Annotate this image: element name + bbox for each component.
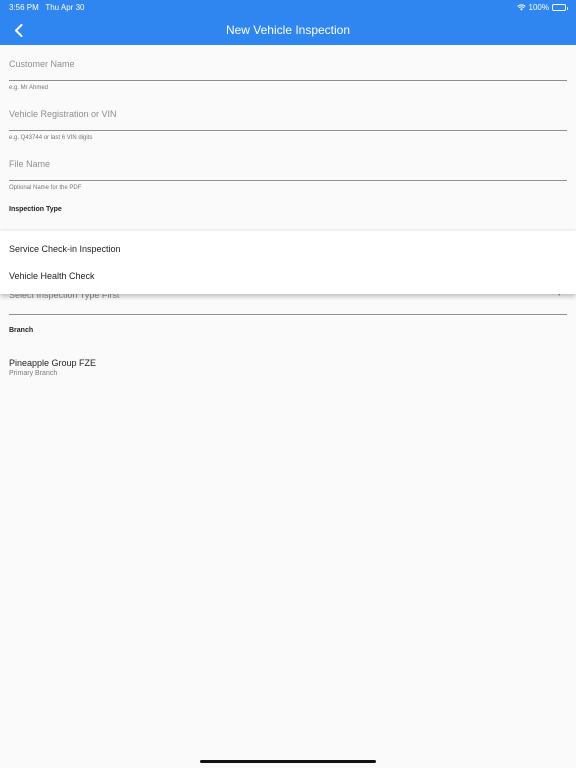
inspection-type-dropdown: Service Check-in Inspection Vehicle Heal… — [0, 231, 576, 294]
customer-name-underline — [9, 80, 567, 81]
branch-label: Branch — [9, 327, 34, 334]
dropdown-option-health-check[interactable]: Vehicle Health Check — [9, 271, 95, 281]
customer-name-field[interactable]: Customer Name e.g. Mr Ahmed — [9, 58, 567, 94]
inspection-select-underline — [9, 314, 567, 315]
vehicle-registration-field[interactable]: Vehicle Registration or VIN e.g. Q43744 … — [9, 108, 567, 144]
vehicle-registration-input[interactable]: Vehicle Registration or VIN — [9, 109, 117, 119]
vehicle-registration-underline — [9, 130, 567, 131]
file-name-input[interactable]: File Name — [9, 159, 50, 169]
inspection-type-label: Inspection Type — [9, 206, 62, 213]
dropdown-option-service-checkin[interactable]: Service Check-in Inspection — [9, 244, 121, 254]
page-title: New Vehicle Inspection — [225, 23, 351, 37]
battery-icon — [552, 4, 568, 11]
file-name-field[interactable]: File Name Optional Name for the PDF — [9, 158, 567, 194]
status-clock: 3:56 PM — [9, 3, 39, 12]
status-date: Thu Apr 30 — [45, 3, 85, 12]
vehicle-registration-hint: e.g. Q43744 or last 6 VIN digits — [9, 135, 93, 141]
branch-name[interactable]: Pineapple Group FZE — [9, 358, 96, 368]
status-time: 3:56 PM Thu Apr 30 — [9, 3, 84, 12]
home-indicator[interactable] — [200, 760, 376, 763]
file-name-hint: Optional Name for the PDF — [9, 185, 82, 191]
customer-name-input[interactable]: Customer Name — [9, 59, 75, 69]
status-indicators: 100% — [516, 3, 568, 12]
customer-name-hint: e.g. Mr Ahmed — [9, 85, 49, 91]
file-name-underline — [9, 180, 567, 181]
branch-subtitle: Primary Branch — [9, 370, 58, 377]
wifi-icon — [516, 4, 526, 11]
app-header: 3:56 PM Thu Apr 30 100% New Vehicle Insp… — [0, 0, 576, 45]
battery-percent: 100% — [528, 3, 549, 12]
